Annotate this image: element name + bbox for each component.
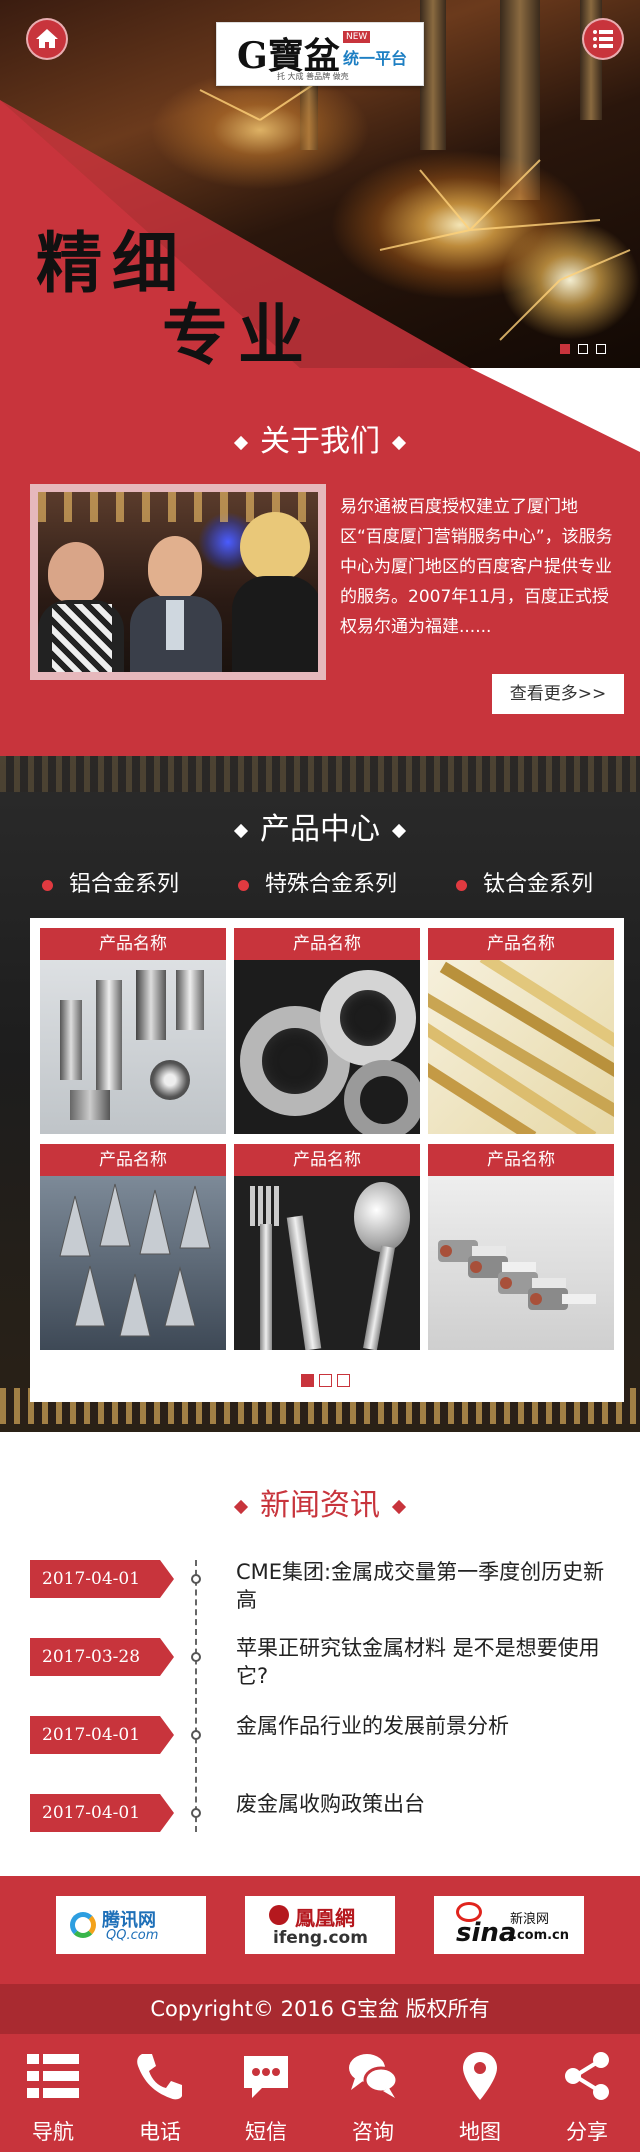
decorative-gear-band: [0, 756, 640, 792]
hero-headline-2: 专业: [162, 296, 314, 368]
menu-button[interactable]: [582, 18, 624, 60]
spark-plugs: [438, 1240, 596, 1310]
product-card[interactable]: 产品名称: [234, 1144, 420, 1350]
category-tab-special-alloy[interactable]: 特殊合金系列: [238, 866, 397, 898]
product-name: 产品名称: [40, 1144, 226, 1176]
product-card[interactable]: 产品名称: [234, 928, 420, 1134]
tencent-logo-icon: [70, 1912, 96, 1938]
product-name: 产品名称: [234, 1144, 420, 1176]
chat-icon: [349, 2054, 399, 2098]
brass-rods: [428, 960, 614, 1134]
nav-item-share[interactable]: 分享: [534, 2034, 640, 2152]
product-page-indicator-1[interactable]: [301, 1374, 314, 1387]
news-date: 2017-04-01: [30, 1794, 174, 1832]
product-page-indicator-3[interactable]: [337, 1374, 350, 1387]
news-item-title[interactable]: 废金属收购政策出台: [236, 1790, 610, 1818]
product-image: [428, 1176, 614, 1350]
product-grid: 产品名称 产品名称 产品名称 产品名称 产品名称 产品名称: [30, 918, 624, 1402]
bullet-icon: [456, 879, 467, 891]
product-card[interactable]: 产品名称: [428, 1144, 614, 1350]
product-name: 产品名称: [428, 1144, 614, 1176]
share-icon: [565, 2052, 609, 2100]
logo-slogan: 统一平台: [343, 49, 408, 68]
news-date: 2017-03-28: [30, 1638, 174, 1676]
diamond-icon: [233, 435, 249, 450]
news-item-title[interactable]: 苹果正研究钛金属材料 是不是想要使用它?: [236, 1634, 610, 1690]
nav-item-consult[interactable]: 咨询: [320, 2034, 426, 2152]
bottom-nav: 导航 电话 短信 咨询 地图 分享: [0, 2034, 640, 2152]
map-pin-icon: [463, 2052, 497, 2100]
timeline-dot: [191, 1730, 201, 1740]
news-item-title[interactable]: 金属作品行业的发展前景分析: [236, 1712, 610, 1740]
timeline-dot: [191, 1652, 201, 1662]
product-card[interactable]: 产品名称: [40, 928, 226, 1134]
phone-icon: [137, 2054, 182, 2100]
nav-item-sms[interactable]: 短信: [213, 2034, 319, 2152]
diamond-icon: [391, 823, 407, 838]
partner-link-tencent[interactable]: 腾讯网 QQ.com: [56, 1896, 206, 1954]
product-image: [428, 960, 614, 1134]
hero-banner: 精细 专业 G寶盆 NEW 统一平台 托 大成 善品牌 做壳: [0, 0, 640, 368]
partner-links: 腾讯网 QQ.com 鳳凰網 ifeng.com sina 新浪网 .com.c…: [0, 1876, 640, 1984]
slide-indicator-2[interactable]: [578, 344, 588, 354]
product-card[interactable]: 产品名称: [40, 1144, 226, 1350]
nav-item-map[interactable]: 地图: [427, 2034, 533, 2152]
diamond-icon: [391, 1499, 407, 1514]
diamond-icon: [233, 1499, 249, 1514]
product-page-indicator-2[interactable]: [319, 1374, 332, 1387]
timeline-dot: [191, 1574, 201, 1584]
products-section: 产品中心 铝合金系列 特殊合金系列 钛合金系列 产品名称 产品名称 产品名称 产…: [0, 756, 640, 1432]
product-name: 产品名称: [428, 928, 614, 960]
slide-indicator-1[interactable]: [560, 344, 570, 354]
list-icon: [593, 30, 613, 48]
logo-badge: NEW: [343, 31, 371, 43]
news-date: 2017-04-01: [30, 1716, 174, 1754]
product-image: [234, 960, 420, 1134]
diamond-icon: [391, 435, 407, 450]
product-name: 产品名称: [40, 928, 226, 960]
ifeng-logo-icon: [269, 1905, 289, 1925]
sms-icon: [244, 2056, 288, 2098]
partner-link-sina[interactable]: sina 新浪网 .com.cn: [434, 1896, 584, 1954]
about-title-row: 关于我们: [0, 416, 640, 460]
menu-icon: [27, 2054, 79, 2098]
about-title: 关于我们: [260, 424, 380, 459]
product-image: [40, 960, 226, 1134]
bullet-icon: [42, 879, 53, 891]
news-section: 新闻资讯 2017-04-01 CME集团:金属成交量第一季度创历史新高 201…: [0, 1432, 640, 1876]
nav-item-navigation[interactable]: 导航: [0, 2034, 106, 2152]
slide-indicator-3[interactable]: [596, 344, 606, 354]
diamond-icon: [233, 823, 249, 838]
logo-tagline: 托 大成 善品牌 做壳: [277, 72, 349, 81]
site-logo[interactable]: G寶盆 NEW 统一平台 托 大成 善品牌 做壳: [216, 22, 424, 86]
view-more-button[interactable]: 查看更多>>: [492, 674, 624, 714]
category-tab-titanium[interactable]: 钛合金系列: [456, 866, 593, 898]
news-title-row: 新闻资讯: [0, 1480, 640, 1524]
metal-spikes: [59, 1183, 211, 1337]
products-title-row: 产品中心: [0, 804, 640, 848]
partner-link-ifeng[interactable]: 鳳凰網 ifeng.com: [245, 1896, 395, 1954]
product-image: [234, 1176, 420, 1350]
about-photo: [30, 484, 326, 680]
category-tab-aluminum[interactable]: 铝合金系列: [42, 866, 179, 898]
timeline-line: [195, 1560, 197, 1832]
product-image: [40, 1176, 226, 1350]
news-title: 新闻资讯: [260, 1488, 380, 1523]
home-icon: [36, 29, 58, 48]
news-date: 2017-04-01: [30, 1560, 174, 1598]
bullet-icon: [238, 879, 249, 891]
news-item-title[interactable]: CME集团:金属成交量第一季度创历史新高: [236, 1558, 610, 1614]
about-text: 易尔通被百度授权建立了厦门地区“百度厦门营销服务中心”，该服务中心为厦门地区的百…: [340, 497, 613, 637]
about-section: 关于我们 易尔通被百度授权建立了厦门地区“百度厦门营销服务中心”，该服务中心为厦…: [0, 368, 640, 756]
timeline-dot: [191, 1808, 201, 1818]
home-button[interactable]: [26, 18, 68, 60]
copyright-bar: Copyright© 2016 G宝盆 版权所有: [0, 1984, 640, 2034]
product-card[interactable]: 产品名称: [428, 928, 614, 1134]
product-name: 产品名称: [234, 928, 420, 960]
products-title: 产品中心: [260, 812, 380, 847]
nav-item-phone[interactable]: 电话: [107, 2034, 213, 2152]
